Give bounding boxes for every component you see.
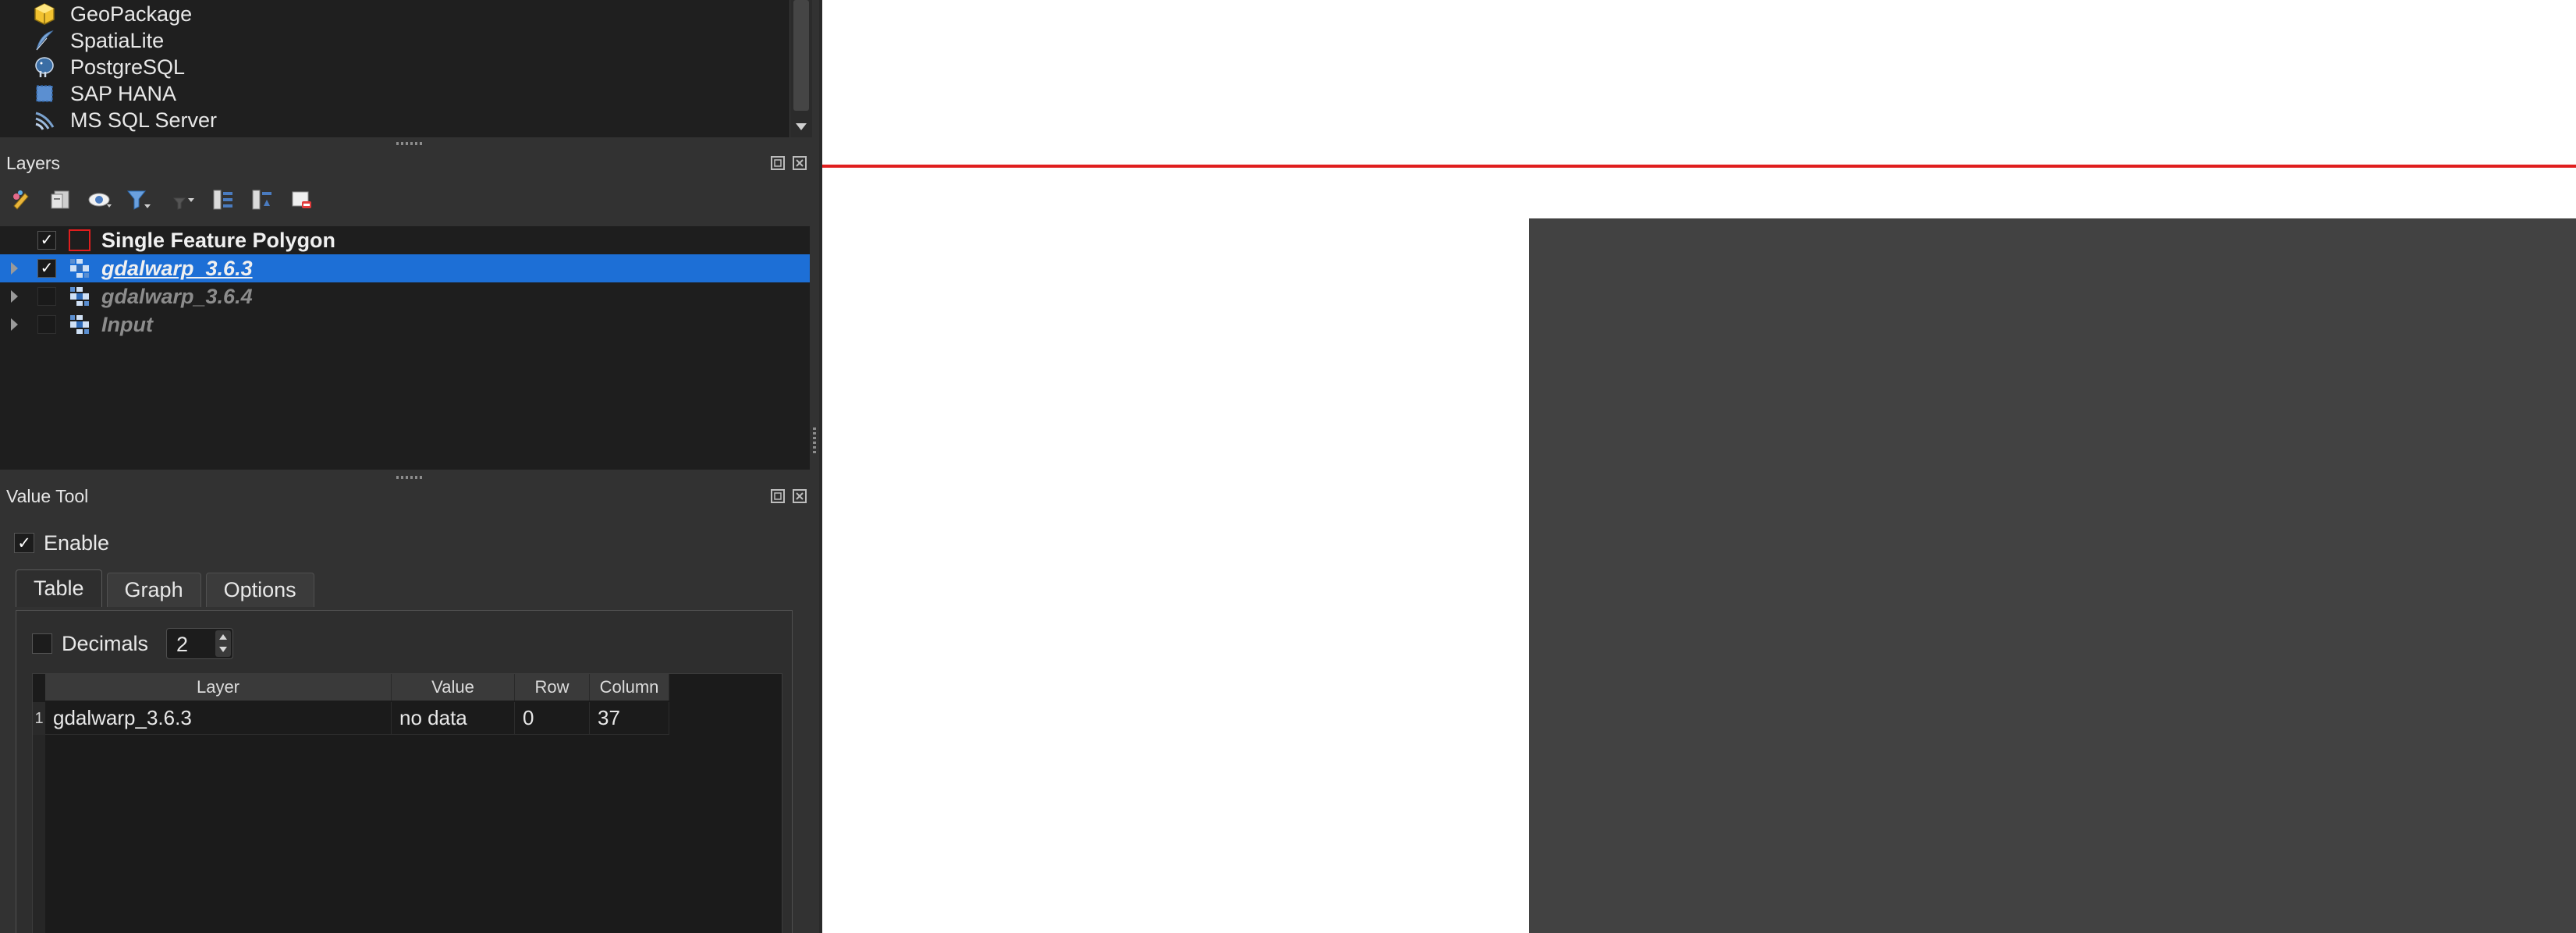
spin-down-icon[interactable] xyxy=(219,647,227,652)
raster-layer-icon xyxy=(69,257,90,279)
spatialite-feather-icon xyxy=(31,27,58,54)
layers-toolbar xyxy=(5,183,808,217)
column-header-row[interactable]: Row xyxy=(515,674,590,701)
layer-row[interactable]: ✓ Single Feature Polygon xyxy=(0,226,810,254)
expand-arrow-icon[interactable] xyxy=(11,262,18,275)
column-header-value[interactable]: Value xyxy=(392,674,515,701)
expand-all-icon[interactable] xyxy=(206,183,240,217)
layer-name: gdalwarp_3.6.4 xyxy=(101,285,253,308)
value-tool-panel-title: Value Tool xyxy=(6,486,89,506)
float-panel-icon[interactable] xyxy=(769,488,786,505)
collapse-all-icon[interactable] xyxy=(245,183,279,217)
scroll-down-arrow-icon[interactable] xyxy=(790,115,812,137)
enable-label: Enable xyxy=(44,530,110,555)
layer-name: Input xyxy=(101,313,153,336)
remove-layer-icon[interactable] xyxy=(284,183,318,217)
spinbox-arrows[interactable] xyxy=(215,630,231,657)
scrollbar-thumb[interactable] xyxy=(793,0,809,111)
dock-resize-handle[interactable] xyxy=(813,427,816,456)
browser-panel: GeoPackage SpatiaLite PostgreSQL SAP HAN… xyxy=(0,0,812,137)
layer-row-selected[interactable]: ✓ gdalwarp_3.6.3 xyxy=(0,254,810,282)
decimals-value: 2 xyxy=(176,633,189,656)
layers-panel-title: Layers xyxy=(6,153,61,173)
browser-item-ms-sql-server[interactable]: MS SQL Server xyxy=(31,106,217,134)
layer-row[interactable]: gdalwarp_3.6.4 xyxy=(0,282,810,310)
decimals-label: Decimals xyxy=(62,631,149,655)
expand-arrow-icon[interactable] xyxy=(11,318,18,331)
polygon-layer-icon xyxy=(69,229,90,251)
browser-item-label: MS SQL Server xyxy=(70,108,218,132)
panel-splitter-handle[interactable] xyxy=(396,142,424,145)
postgresql-elephant-icon xyxy=(31,54,58,80)
tab-table[interactable]: Table xyxy=(16,569,102,607)
tab-graph[interactable]: Graph xyxy=(106,573,201,607)
map-canvas[interactable] xyxy=(822,0,2576,933)
enable-checkbox-box[interactable]: ✓ xyxy=(14,533,34,553)
layer-row[interactable]: Input xyxy=(0,310,810,339)
mssql-server-icon xyxy=(31,107,58,133)
values-table: Layer Value Row Column 1 gdalwarp_3.6.3 … xyxy=(32,673,782,933)
layer-visibility-checkbox[interactable] xyxy=(37,287,56,306)
browser-item-label: PostgreSQL xyxy=(70,55,186,79)
sap-hana-icon xyxy=(31,80,58,107)
close-panel-icon[interactable] xyxy=(791,154,808,172)
spin-up-icon[interactable] xyxy=(219,634,227,640)
decimals-spinbox[interactable]: 2 xyxy=(166,628,233,659)
tab-options[interactable]: Options xyxy=(205,573,314,607)
geopackage-icon xyxy=(31,1,58,27)
column-header-layer[interactable]: Layer xyxy=(45,674,392,701)
browser-item-label: SpatiaLite xyxy=(70,28,165,52)
browser-item-label: GeoPackage xyxy=(70,2,193,26)
panel-splitter-handle[interactable] xyxy=(396,476,424,479)
raster-layer-icon xyxy=(69,314,90,335)
filter-legend-icon[interactable] xyxy=(122,183,156,217)
close-panel-icon[interactable] xyxy=(791,488,808,505)
layer-visibility-checkbox[interactable]: ✓ xyxy=(37,259,56,278)
decimals-checkbox-box[interactable] xyxy=(32,633,52,654)
row-header-column xyxy=(33,735,45,933)
enable-checkbox[interactable]: ✓ Enable xyxy=(14,529,109,557)
browser-scrollbar[interactable] xyxy=(789,0,812,137)
browser-item-label: SAP HANA xyxy=(70,81,177,105)
table-cell-value[interactable]: no data xyxy=(392,702,515,735)
manage-map-themes-icon[interactable] xyxy=(83,183,117,217)
expand-arrow-icon[interactable] xyxy=(11,290,18,303)
value-tool-tabs: Table Graph Options xyxy=(16,569,319,608)
raster-layer-icon xyxy=(69,286,90,307)
layer-name: gdalwarp_3.6.3 xyxy=(101,257,253,280)
table-cell-row[interactable]: 0 xyxy=(515,702,590,735)
float-panel-icon[interactable] xyxy=(769,154,786,172)
browser-item-sap-hana[interactable]: SAP HANA xyxy=(31,80,176,108)
decimals-checkbox[interactable]: Decimals xyxy=(32,626,148,661)
browser-item-geopackage[interactable]: GeoPackage xyxy=(31,0,192,28)
layer-name: Single Feature Polygon xyxy=(101,229,336,252)
layers-tree: ✓ Single Feature Polygon ✓ gdalwarp_3.6.… xyxy=(0,226,810,470)
add-group-icon[interactable] xyxy=(44,183,78,217)
browser-item-postgresql[interactable]: PostgreSQL xyxy=(31,53,185,81)
layer-visibility-checkbox[interactable] xyxy=(37,315,56,334)
filter-by-expression-icon[interactable] xyxy=(167,183,201,217)
browser-item-spatialite[interactable]: SpatiaLite xyxy=(31,27,164,55)
left-dock: GeoPackage SpatiaLite PostgreSQL SAP HAN… xyxy=(0,0,821,933)
table-tab-pane: Decimals 2 Layer Value Row Column 1 gdal… xyxy=(16,610,793,933)
table-cell-column[interactable]: 37 xyxy=(590,702,669,735)
open-layer-styling-icon[interactable] xyxy=(5,183,39,217)
table-cell-layer[interactable]: gdalwarp_3.6.3 xyxy=(45,702,392,735)
polygon-outline-edge xyxy=(822,165,2576,168)
raster-extent xyxy=(1529,218,2576,933)
row-number: 1 xyxy=(33,702,45,735)
column-header-column[interactable]: Column xyxy=(590,674,669,701)
layer-visibility-checkbox[interactable]: ✓ xyxy=(37,231,56,250)
